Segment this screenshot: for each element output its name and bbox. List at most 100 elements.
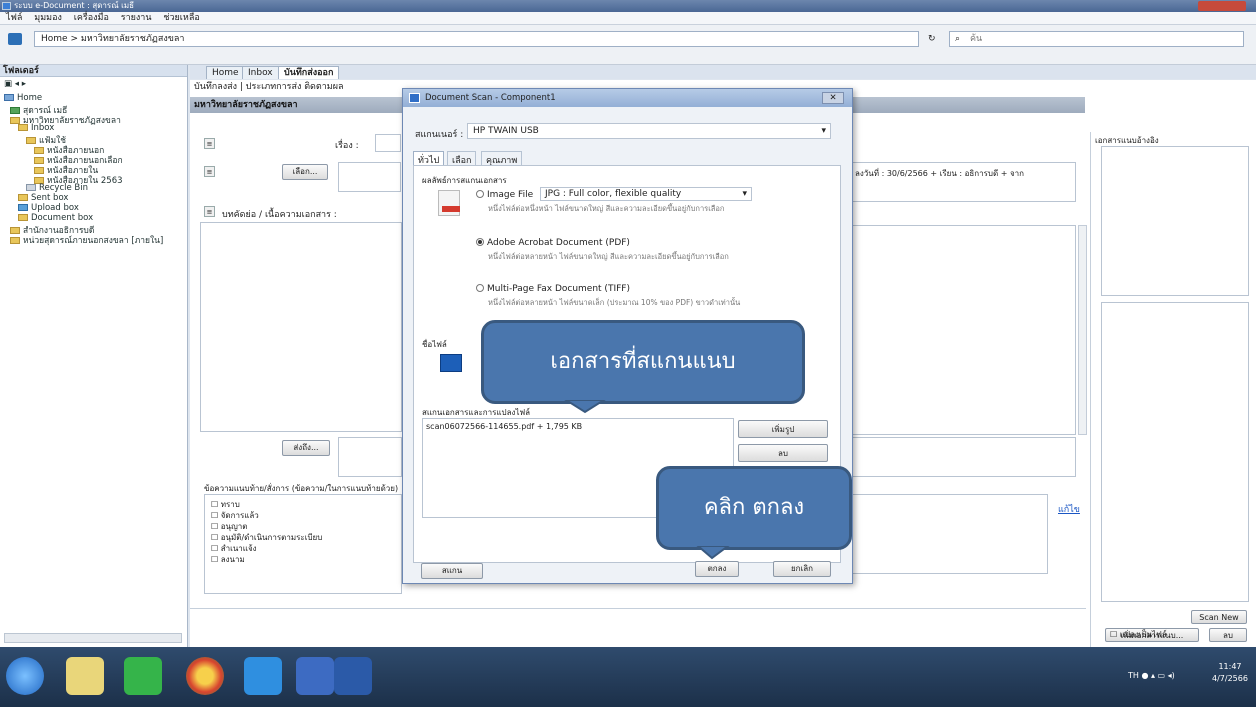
- tree-item-upload-box[interactable]: Upload box: [18, 203, 79, 213]
- address-field[interactable]: Home > มหาวิทยาลัยราชภัฏสงขลา: [34, 31, 919, 47]
- tab-outgoing[interactable]: บันทึกส่งออก: [278, 66, 340, 79]
- tree-item-document-box[interactable]: Document box: [18, 213, 93, 223]
- address-toolbar: Home > มหาวิทยาลัยราชภัฏสงขลา ↻ ⌕ ค้น: [0, 25, 1256, 65]
- folder-icon: [18, 124, 28, 131]
- remove-attachment-button[interactable]: ลบ: [1209, 628, 1247, 642]
- menu-help[interactable]: ช่วยเหลือ: [163, 13, 199, 23]
- menu-report[interactable]: รายงาน: [121, 13, 152, 23]
- expand-icon[interactable]: ≡: [204, 166, 215, 177]
- comment-option[interactable]: ☐ อนุญาต: [211, 521, 395, 532]
- send-to-button[interactable]: ส่งถึง...: [282, 440, 330, 456]
- scanner-device-icon: [440, 354, 462, 372]
- tab-bar: Home Inbox บันทึกส่งออก: [190, 65, 1256, 79]
- image-format-select[interactable]: JPG : Full color, flexible quality ▾: [540, 187, 752, 201]
- scanned-file-item[interactable]: scan06072566-114655.pdf + 1,795 KB: [426, 422, 730, 431]
- file-explorer-icon[interactable]: [66, 657, 104, 695]
- subject-label: เรื่อง :: [335, 141, 359, 151]
- window-title: ระบบ e-Document : สุดารณ์ เมธี: [14, 1, 135, 10]
- delete-file-button[interactable]: ลบ: [738, 444, 828, 462]
- menu-file[interactable]: ไฟล์: [6, 13, 22, 23]
- dialog-title: Document Scan - Component1: [425, 93, 556, 103]
- word-icon[interactable]: [334, 657, 372, 695]
- line-app-icon[interactable]: [124, 657, 162, 695]
- option-tiff-desc: หนึ่งไฟล์ต่อหลายหน้า ไฟล์ขนาดเล็ก (ประมา…: [488, 298, 741, 307]
- option-image-file[interactable]: Image File: [476, 190, 533, 200]
- taskbar: TH ● ▴ ▭ ◂) 11:47 4/7/2566: [0, 647, 1256, 707]
- scanner-select[interactable]: HP TWAIN USB ▾: [467, 123, 831, 139]
- comment-option[interactable]: ☐ สำเนาแจ้ง: [211, 543, 395, 554]
- folder-icon: [18, 194, 28, 201]
- pdf-badge-icon: [442, 206, 460, 212]
- expand-icon[interactable]: ≡: [204, 206, 215, 217]
- tree-item-internal-unit[interactable]: หน่วยสุดารณ์ภายนอกสงขลา [ภายใน]: [10, 233, 163, 247]
- scanner-label: สแกนเนอร์ :: [415, 130, 464, 140]
- chrome-icon[interactable]: [186, 657, 224, 695]
- radio-icon: [476, 238, 484, 246]
- callout-click-ok: คลิก ตกลง: [656, 466, 852, 550]
- comment-textarea[interactable]: [850, 494, 1048, 574]
- convert-file-checkbox[interactable]: ☐ แปลงเป็นไฟล์: [1110, 628, 1167, 641]
- app-icon: [2, 2, 11, 10]
- subject-field[interactable]: [375, 134, 401, 152]
- tree-header: โฟลเดอร์: [0, 65, 187, 77]
- scanner-icon: [409, 93, 420, 103]
- window-close-button[interactable]: [1198, 1, 1246, 11]
- attachment-pane: เอกสารแนบอ้างอิง Scan New เพิ่มเอกสารแนบ…: [1090, 132, 1256, 647]
- tab-home[interactable]: Home: [206, 66, 245, 79]
- folder-icon: [10, 237, 20, 244]
- comment-option[interactable]: ☐ ลงนาม: [211, 554, 395, 565]
- comment-option[interactable]: ☐ ทราบ: [211, 499, 395, 510]
- option-pdf[interactable]: Adobe Acrobat Document (PDF): [476, 238, 630, 248]
- content-scrollbar[interactable]: [1078, 225, 1087, 435]
- attachment-list[interactable]: [1101, 146, 1249, 296]
- tree-item-home[interactable]: Home: [4, 93, 42, 103]
- callout-pointer: [564, 400, 606, 414]
- address-path: Home > มหาวิทยาลัยราชภัฏสงขลา: [41, 34, 185, 44]
- ok-button[interactable]: ตกลง: [695, 561, 739, 577]
- search-input[interactable]: ⌕ ค้น: [949, 31, 1244, 47]
- summary-textarea[interactable]: [200, 222, 402, 432]
- expand-icon[interactable]: ≡: [204, 138, 215, 149]
- dialog-close-button[interactable]: ✕: [822, 92, 844, 104]
- edit-link[interactable]: แก้ไข: [1058, 502, 1080, 516]
- send-to-field[interactable]: [338, 437, 402, 477]
- cancel-button[interactable]: ยกเลิก: [773, 561, 831, 577]
- refresh-icon[interactable]: ↻: [928, 34, 936, 44]
- image-file-icon: [438, 190, 460, 216]
- tab-inbox[interactable]: Inbox: [242, 66, 279, 79]
- option-tiff[interactable]: Multi-Page Fax Document (TIFF): [476, 284, 630, 294]
- tree-item-inbox[interactable]: Inbox: [18, 123, 54, 133]
- tree-item-recycle-bin[interactable]: Recycle Bin: [26, 183, 88, 193]
- upload-icon: [18, 204, 28, 211]
- send-to-field-right[interactable]: [850, 437, 1076, 477]
- right-info-field[interactable]: ลงวันที่ : 30/6/2566 + เรียน : อธิการบดี…: [850, 162, 1076, 202]
- menu-tools[interactable]: เครื่องมือ: [74, 13, 109, 23]
- home-icon[interactable]: [8, 33, 22, 45]
- tray-icons[interactable]: TH ● ▴ ▭ ◂): [1128, 671, 1175, 680]
- scan-new-button[interactable]: Scan New: [1191, 610, 1247, 624]
- callout-scanned-document: เอกสารที่สแกนแนบ: [481, 320, 805, 404]
- scan-button[interactable]: สแกน: [421, 563, 483, 579]
- edocument-app-icon[interactable]: [296, 657, 334, 695]
- add-image-button[interactable]: เพิ่มรูป: [738, 420, 828, 438]
- recipient-field[interactable]: [338, 162, 401, 192]
- summary-label: บทคัดย่อ / เนื้อความเอกสาร :: [222, 210, 337, 220]
- content-textarea[interactable]: [850, 225, 1076, 435]
- menu-view[interactable]: มุมมอง: [34, 13, 62, 23]
- folder-icon: [18, 214, 28, 221]
- tree-scrollbar[interactable]: [4, 633, 182, 643]
- file-name-label: ชื่อไฟล์: [422, 340, 447, 349]
- select-button[interactable]: เลือก...: [282, 164, 328, 180]
- comment-option[interactable]: ☐ อนุมัติ/ดำเนินการตามระเบียบ: [211, 532, 395, 543]
- comment-options-list[interactable]: ☐ ทราบ ☐ จัดการแล้ว ☐ อนุญาต ☐ อนุมัติ/ด…: [204, 494, 402, 594]
- option-pdf-desc: หนึ่งไฟล์ต่อหลายหน้า ไฟล์ขนาดใหญ่ สีและค…: [488, 252, 729, 261]
- start-button[interactable]: [6, 657, 44, 695]
- menu-bar: ไฟล์ มุมมอง เครื่องมือ รายงาน ช่วยเหลือ: [0, 12, 1256, 25]
- clock[interactable]: 11:47 4/7/2566: [1212, 661, 1248, 685]
- internet-explorer-icon[interactable]: [244, 657, 282, 695]
- comment-option[interactable]: ☐ จัดการแล้ว: [211, 510, 395, 521]
- tree-item-sent-box[interactable]: Sent box: [18, 193, 68, 203]
- tree-toolbar-icon[interactable]: ▣ ◂ ▸: [4, 79, 26, 89]
- search-placeholder: ค้น: [970, 34, 983, 44]
- option-image-desc: หนึ่งไฟล์ต่อหนึ่งหน้า ไฟล์ขนาดใหญ่ สีและ…: [488, 204, 725, 213]
